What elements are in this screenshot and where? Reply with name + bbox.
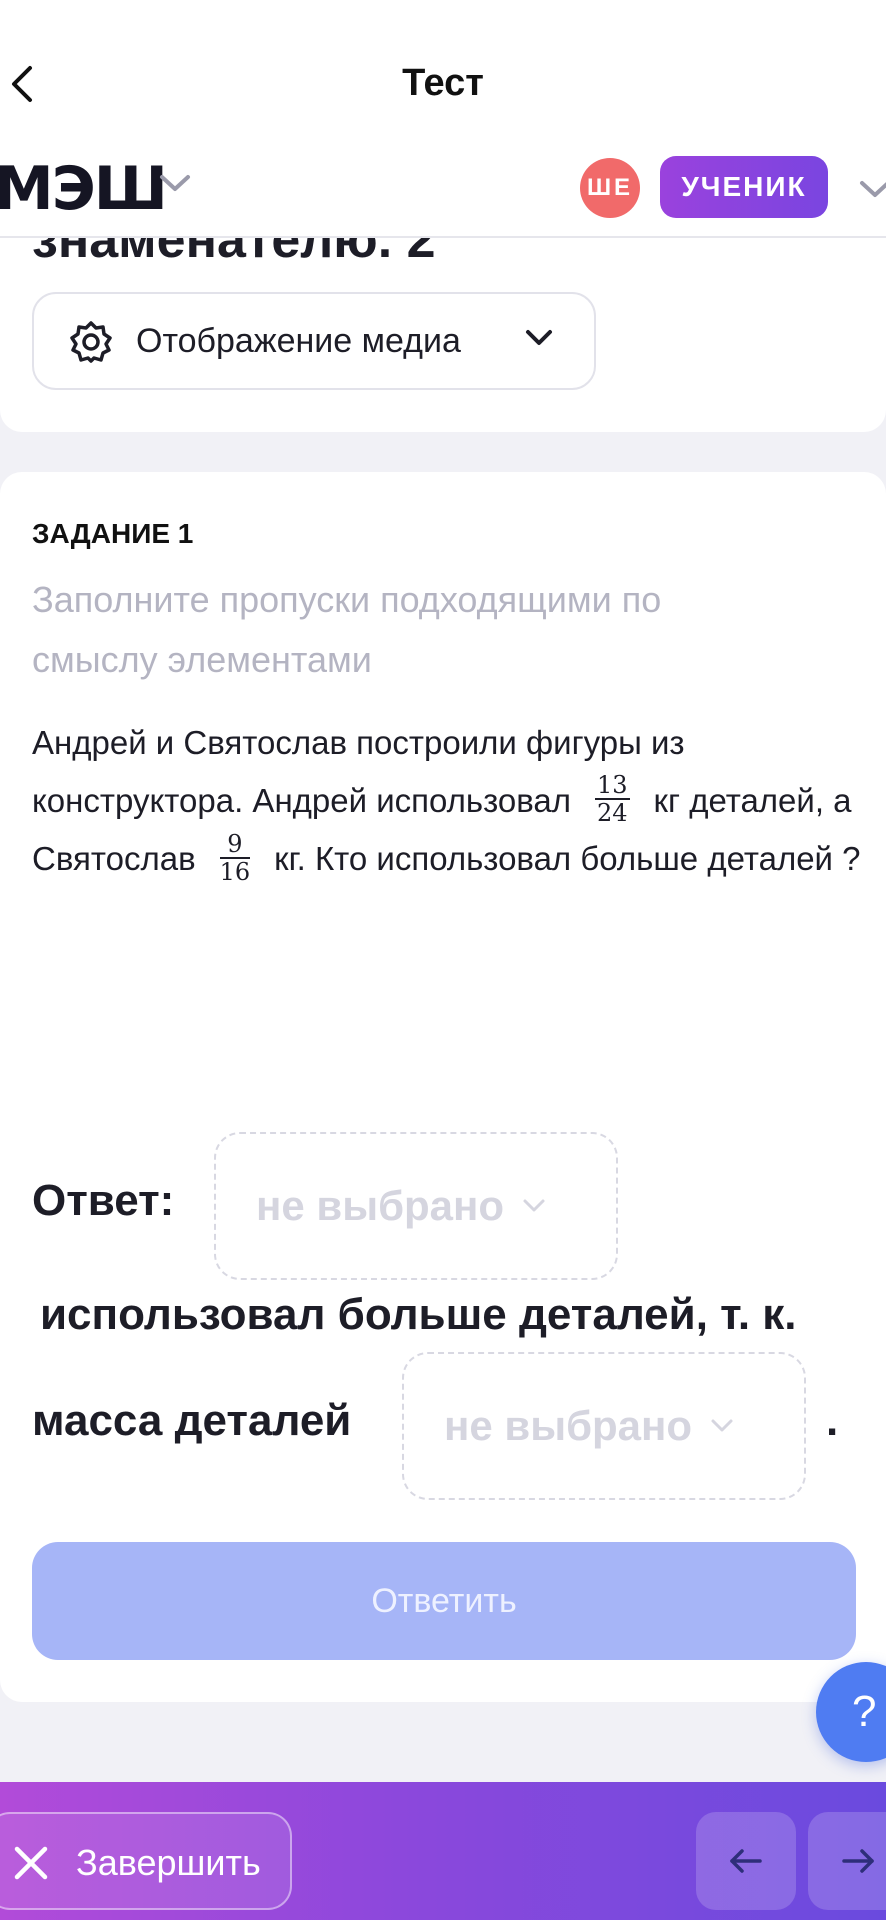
submit-button[interactable]: Ответить	[32, 1542, 856, 1660]
answer-label: Ответ:	[32, 1176, 175, 1225]
arrow-right-icon	[842, 1849, 874, 1873]
task-label: ЗАДАНИЕ 1	[32, 518, 194, 549]
answer-dropdown-2[interactable]: не выбрано	[402, 1352, 806, 1500]
arrow-left-icon	[730, 1849, 762, 1873]
media-display-button[interactable]: Отображение медиа	[32, 292, 596, 390]
task-text-part: кг. Кто использовал больше деталей ?	[274, 840, 861, 878]
gear-icon	[70, 321, 112, 363]
fraction: 13 24	[595, 772, 630, 826]
fraction-denominator: 16	[219, 857, 251, 886]
task-text: Андрей и Святослав построили фигуры из к…	[32, 714, 862, 889]
avatar[interactable]: ШЕ	[580, 158, 640, 218]
top-bar: Тест	[0, 0, 886, 170]
chevron-down-icon[interactable]	[858, 178, 886, 200]
page-title: Тест	[402, 62, 484, 104]
chevron-down-icon	[711, 1419, 733, 1432]
media-display-label: Отображение медиа	[136, 322, 461, 360]
bottom-bar: Завершить	[0, 1782, 886, 1920]
finish-button[interactable]: Завершить	[0, 1812, 292, 1910]
fraction: 9 16	[219, 831, 251, 886]
chevron-down-icon	[526, 330, 552, 345]
close-icon	[14, 1846, 48, 1880]
chevron-down-icon[interactable]	[158, 172, 192, 194]
logo[interactable]: МЭШ	[0, 154, 168, 224]
chevron-down-icon	[523, 1199, 545, 1212]
app-bar: МЭШ ШЕ УЧЕНИК	[0, 150, 886, 238]
fraction-denominator: 24	[597, 799, 628, 828]
fraction-numerator: 9	[219, 831, 251, 859]
task-instruction: Заполните пропуски подходящими по смыслу…	[32, 579, 662, 680]
finish-label: Завершить	[76, 1842, 261, 1883]
answer-text-line: использовал больше деталей, т. к.	[40, 1290, 797, 1339]
next-button[interactable]	[808, 1812, 886, 1910]
previous-button[interactable]	[696, 1812, 796, 1910]
role-button[interactable]: УЧЕНИК	[660, 156, 828, 218]
sentence-end: .	[826, 1396, 839, 1445]
answer-dropdown-1[interactable]: не выбрано	[214, 1132, 618, 1280]
fraction-numerator: 13	[595, 771, 630, 801]
dropdown-placeholder: не выбрано	[444, 1402, 693, 1449]
dropdown-placeholder: не выбрано	[256, 1182, 505, 1229]
answer-text-line: масса деталей	[32, 1396, 352, 1445]
task-text-part: Андрей и Святослав построили фигуры из к…	[32, 724, 685, 819]
